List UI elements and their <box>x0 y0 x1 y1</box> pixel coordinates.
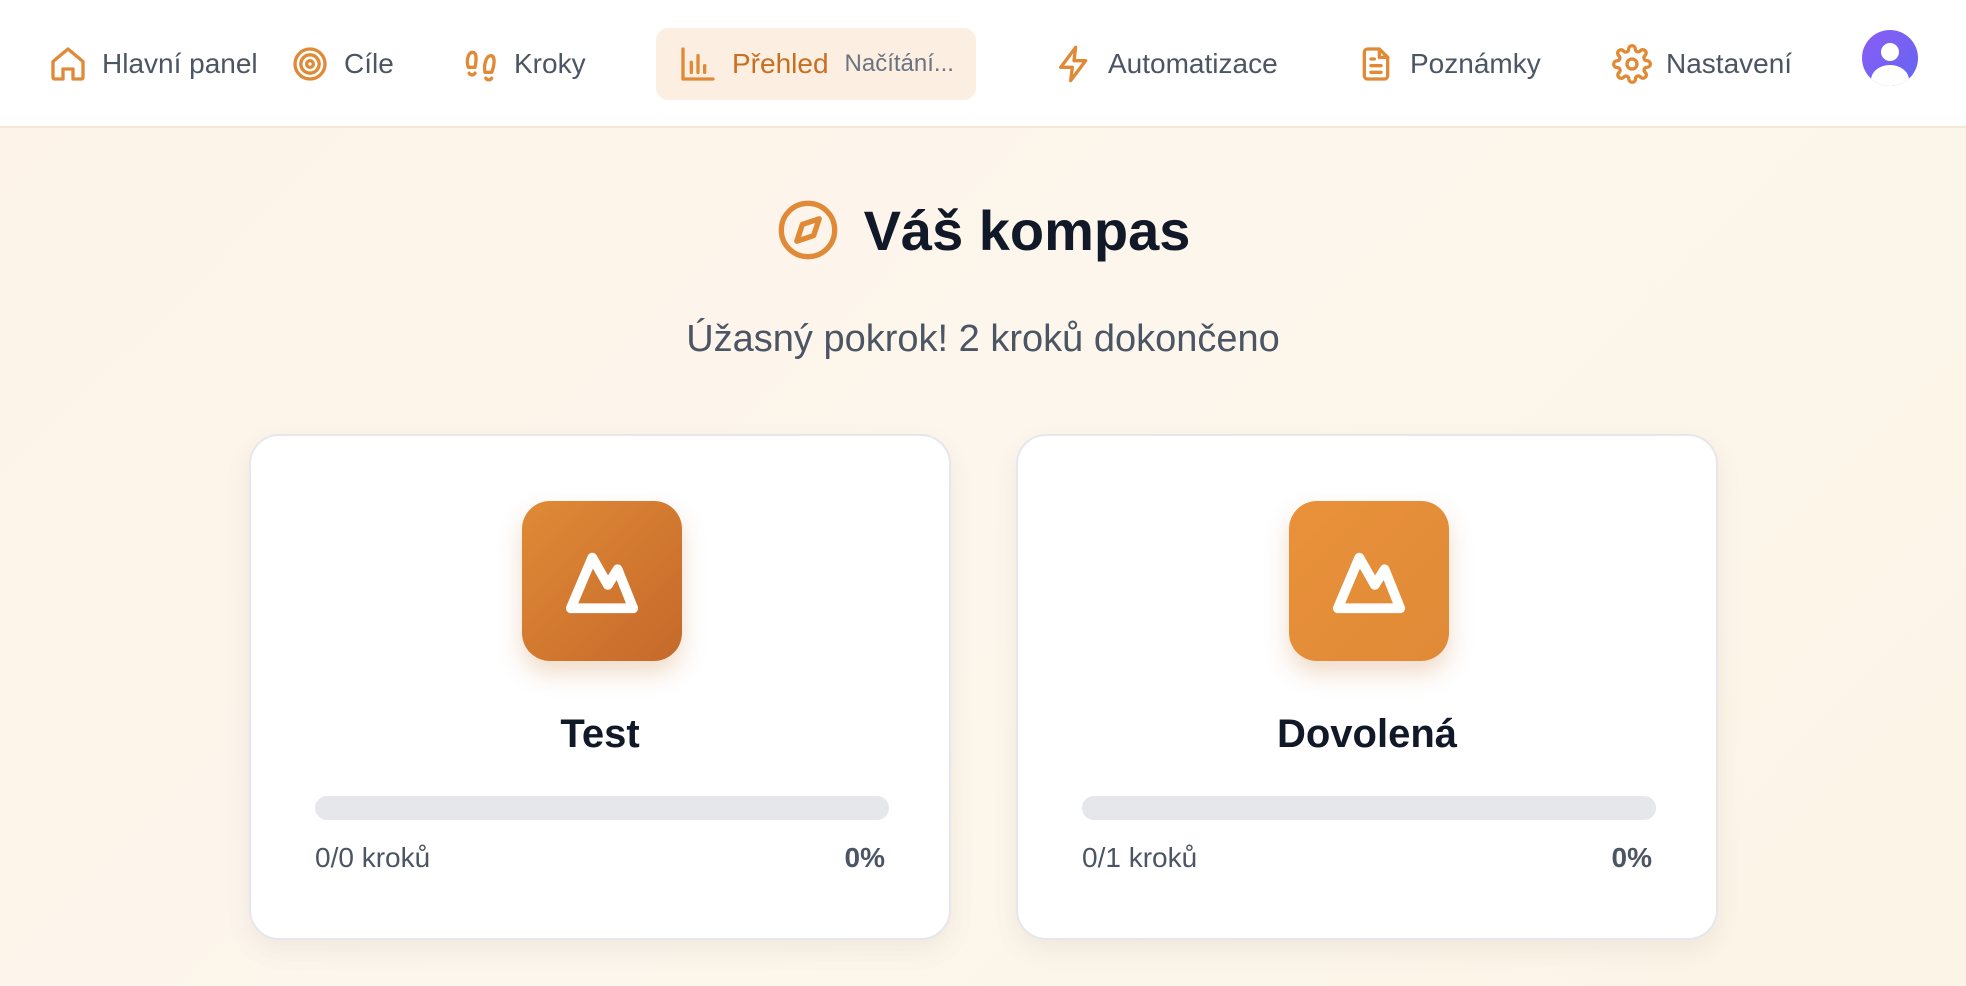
avatar-head <box>1881 43 1899 61</box>
nav-item-notes[interactable]: Poznámky <box>1356 28 1541 100</box>
nav-label: Kroky <box>514 48 586 79</box>
goal-card-dovolena[interactable]: Dovolená 0/1 kroků 0% <box>1016 434 1718 940</box>
home-icon <box>48 44 88 84</box>
nav-label: Přehled <box>732 48 829 79</box>
loading-indicator: Načítání... <box>844 50 954 77</box>
target-icon <box>290 44 330 84</box>
footprints-icon <box>460 44 500 84</box>
goal-badge <box>522 501 682 661</box>
page-title-text: Váš kompas <box>863 198 1191 262</box>
steps-count: 0/0 kroků <box>315 842 431 873</box>
user-avatar[interactable] <box>1862 30 1918 86</box>
avatar-body <box>1871 65 1909 86</box>
progress-summary: Úžasný pokrok! 2 kroků dokončeno <box>686 318 1280 360</box>
page-title: Váš kompas <box>0 190 1966 270</box>
nav-label: Hlavní panel <box>102 48 258 79</box>
nav-label: Automatizace <box>1108 48 1278 79</box>
nav-item-steps[interactable]: Kroky <box>460 28 586 100</box>
progress-bar <box>315 796 889 820</box>
bar-chart-icon <box>678 44 718 84</box>
lightning-icon <box>1054 44 1094 84</box>
nav-item-goals[interactable]: Cíle <box>290 28 394 100</box>
nav-label: Nastavení <box>1666 48 1793 79</box>
progress-bar <box>1082 796 1656 820</box>
goal-card-test[interactable]: Test 0/0 kroků 0% <box>249 434 951 940</box>
steps-count: 0/1 kroků <box>1082 842 1198 873</box>
nav-item-dashboard[interactable]: Hlavní panel <box>48 28 258 100</box>
gear-icon <box>1612 44 1652 84</box>
progress-percent: 0% <box>844 842 885 873</box>
goal-name: Test <box>560 712 640 756</box>
nav-label: Cíle <box>344 48 394 79</box>
nav-item-overview[interactable]: Přehled Načítání... <box>656 28 976 100</box>
nav-label: Poznámky <box>1410 48 1541 79</box>
top-navigation: Hlavní panel Cíle Kroky Přehled Načítání… <box>0 0 1966 128</box>
goal-badge <box>1289 501 1449 661</box>
nav-item-automation[interactable]: Automatizace <box>1054 28 1278 100</box>
progress-percent: 0% <box>1611 842 1652 873</box>
mountain-icon <box>1332 552 1406 614</box>
goal-name: Dovolená <box>1276 712 1458 756</box>
document-icon <box>1356 44 1396 84</box>
mountain-icon <box>565 552 639 614</box>
compass-icon <box>776 198 840 262</box>
nav-item-settings[interactable]: Nastavení <box>1612 28 1792 100</box>
